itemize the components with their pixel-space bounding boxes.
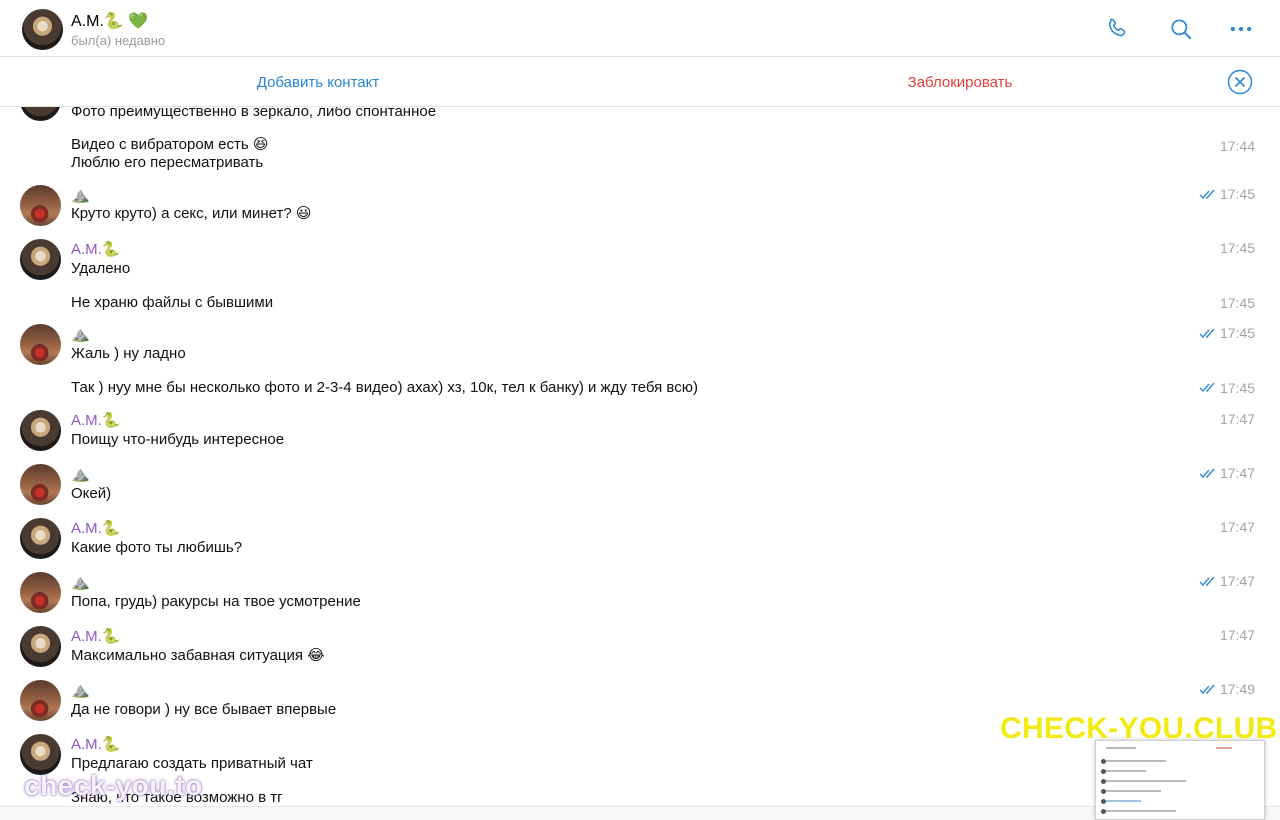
message-time: 17:45 bbox=[1219, 325, 1255, 341]
watermark-thumbnail bbox=[1095, 740, 1265, 820]
avatar[interactable] bbox=[20, 572, 61, 613]
message[interactable]: Так ) нуу мне бы несколько фото и 2-3-4 … bbox=[0, 379, 1280, 401]
message[interactable]: Видео с вибратором есть 😆 Люблю его пере… bbox=[0, 136, 1280, 176]
chat-header: А.М.🐍 💚 был(а) недавно bbox=[0, 0, 1280, 57]
message-time: 17:45 bbox=[1219, 186, 1255, 202]
message-time: 17:49 bbox=[1219, 681, 1255, 697]
composer-edge bbox=[0, 806, 1280, 820]
avatar[interactable] bbox=[20, 734, 61, 775]
message-text: Не храню файлы с бывшими bbox=[71, 294, 274, 311]
message-time: 17:45 bbox=[1219, 240, 1255, 256]
message-sender[interactable]: ⛰️ bbox=[71, 186, 90, 204]
message-sender[interactable]: А.М.🐍 bbox=[71, 735, 121, 753]
message-text: Поищу что-нибудь интересное bbox=[71, 431, 285, 448]
message-list[interactable]: Фото преимущественно в зеркало, либо спо… bbox=[0, 0, 1280, 820]
message-time: 17:47 bbox=[1219, 465, 1255, 481]
message-time: 17:47 bbox=[1219, 519, 1255, 535]
read-check-icon bbox=[1199, 468, 1215, 479]
watermark-right: CHECK-YOU.CLUB bbox=[1000, 712, 1278, 745]
message[interactable]: ⛰️ Попа, грудь) ракурсы на твое усмотрен… bbox=[0, 572, 1280, 618]
message-time: 17:47 bbox=[1219, 411, 1255, 427]
message[interactable]: А.М.🐍 Какие фото ты любишь? 17:47 bbox=[0, 518, 1280, 564]
action-bar: Добавить контакт Заблокировать bbox=[0, 57, 1280, 107]
message-text: Круто круто) а секс, или минет? 😃 bbox=[71, 205, 312, 222]
message-text: Жаль ) ну ладно bbox=[71, 345, 186, 362]
close-circle-icon[interactable] bbox=[1227, 69, 1253, 95]
read-check-icon bbox=[1199, 382, 1215, 393]
message-sender[interactable]: А.М.🐍 bbox=[71, 240, 121, 258]
message-sender[interactable]: А.М.🐍 bbox=[71, 519, 121, 537]
avatar[interactable] bbox=[20, 324, 61, 365]
message-sender[interactable]: ⛰️ bbox=[71, 465, 90, 483]
message-text: Так ) нуу мне бы несколько фото и 2-3-4 … bbox=[71, 379, 698, 396]
message[interactable]: ⛰️ Круто круто) а секс, или минет? 😃 17:… bbox=[0, 185, 1280, 231]
message-text: Удалено bbox=[71, 260, 131, 277]
last-seen-status: был(а) недавно bbox=[71, 33, 166, 48]
message-text: Какие фото ты любишь? bbox=[71, 539, 243, 556]
message[interactable]: А.М.🐍 Удалено 17:45 bbox=[0, 239, 1280, 285]
message-text: Попа, грудь) ракурсы на твое усмотрение bbox=[71, 593, 361, 610]
message[interactable]: А.М.🐍 Максимально забавная ситуация 😂 17… bbox=[0, 626, 1280, 672]
avatar[interactable] bbox=[20, 410, 61, 451]
message-sender[interactable]: ⛰️ bbox=[71, 573, 90, 591]
avatar[interactable] bbox=[20, 239, 61, 280]
message-time: 17:45 bbox=[1219, 380, 1255, 396]
message-text: Окей) bbox=[71, 485, 112, 502]
message-text: Видео с вибратором есть 😆 Люблю его пере… bbox=[71, 136, 269, 171]
avatar[interactable] bbox=[20, 185, 61, 226]
watermark-left: check-you.to bbox=[24, 770, 203, 801]
phone-icon[interactable] bbox=[1102, 14, 1132, 44]
chat-title[interactable]: А.М.🐍 💚 bbox=[71, 11, 148, 31]
message-time: 17:45 bbox=[1219, 295, 1255, 311]
read-check-icon bbox=[1199, 684, 1215, 695]
message-time: 17:47 bbox=[1219, 573, 1255, 589]
more-icon[interactable] bbox=[1226, 14, 1256, 44]
read-check-icon bbox=[1199, 328, 1215, 339]
message[interactable]: Не храню файлы с бывшими 17:45 bbox=[0, 294, 1280, 316]
avatar[interactable] bbox=[20, 680, 61, 721]
message-sender[interactable]: А.М.🐍 bbox=[71, 627, 121, 645]
read-check-icon bbox=[1199, 576, 1215, 587]
message-sender[interactable]: ⛰️ bbox=[71, 325, 90, 343]
message-sender[interactable]: А.М.🐍 bbox=[71, 411, 121, 429]
message[interactable]: ⛰️ Окей) 17:47 bbox=[0, 464, 1280, 510]
search-icon[interactable] bbox=[1166, 14, 1196, 44]
avatar[interactable] bbox=[22, 9, 63, 50]
message-time: 17:44 bbox=[1219, 138, 1255, 154]
block-button[interactable]: Заблокировать bbox=[640, 74, 1280, 91]
message-sender[interactable]: ⛰️ bbox=[71, 681, 90, 699]
read-check-icon bbox=[1199, 189, 1215, 200]
avatar[interactable] bbox=[20, 518, 61, 559]
message[interactable]: ⛰️ Жаль ) ну ладно 17:45 bbox=[0, 324, 1280, 370]
add-contact-button[interactable]: Добавить контакт bbox=[0, 74, 636, 91]
message[interactable]: А.М.🐍 Поищу что-нибудь интересное 17:47 bbox=[0, 410, 1280, 456]
message-time: 17:47 bbox=[1219, 627, 1255, 643]
message-text: Да не говори ) ну все бывает впервые bbox=[71, 701, 337, 718]
message-text: Максимально забавная ситуация 😂 bbox=[71, 647, 325, 664]
avatar[interactable] bbox=[20, 464, 61, 505]
avatar[interactable] bbox=[20, 626, 61, 667]
